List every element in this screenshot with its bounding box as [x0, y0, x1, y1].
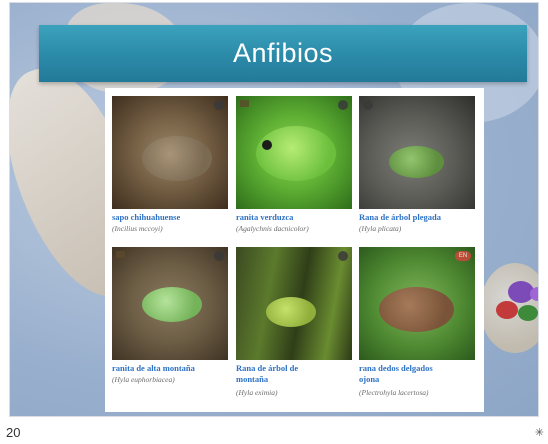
species-common-name: ranita de alta montaña	[112, 363, 195, 373]
species-card: sapo chihuahuense (Incilius mccoyi)	[112, 96, 228, 246]
frog-photo	[236, 96, 352, 209]
slide-canvas[interactable]: Anfibios sapo chihuahuense (Incilius mcc…	[9, 2, 539, 417]
status-badge	[363, 100, 373, 110]
species-scientific-name: (Hyla plicata)	[359, 224, 402, 233]
species-common-name: sapo chihuahuense	[112, 212, 181, 222]
presentation-window: Anfibios sapo chihuahuense (Incilius mcc…	[0, 0, 548, 444]
species-scientific-name: (Hyla euphorbiacea)	[112, 375, 175, 384]
endangered-badge: EN	[455, 251, 471, 261]
species-common-name: ranita verduzca	[236, 212, 294, 222]
status-badge	[214, 100, 224, 110]
status-bar: 20 ✳	[0, 418, 548, 444]
species-card: ranita de alta montaña (Hyla euphorbiace…	[112, 247, 228, 397]
species-card: ranita verduzca (Agalychnis dacnicolor)	[236, 96, 352, 246]
background-flower-image	[490, 271, 538, 341]
image-flag-icon	[240, 100, 249, 107]
frog-photo: EN	[359, 247, 475, 360]
slide-title: Anfibios	[232, 38, 334, 68]
species-common-name: rana dedos delgados ojona	[359, 363, 433, 384]
image-flag-icon	[116, 251, 125, 258]
asterisk-icon[interactable]: ✳	[535, 426, 544, 439]
frog-photo	[236, 247, 352, 360]
species-scientific-name: (Plectrohyla lacertosa)	[359, 388, 429, 397]
species-scientific-name: (Agalychnis dacnicolor)	[236, 224, 309, 233]
species-scientific-name: (Hyla eximia)	[236, 388, 278, 397]
species-common-name: Rana de árbol plegada	[359, 212, 441, 222]
status-badge	[338, 100, 348, 110]
slide-number: 20	[6, 425, 21, 440]
slide-title-bar[interactable]: Anfibios	[39, 25, 527, 82]
toad-photo	[112, 96, 228, 209]
frog-photo	[112, 247, 228, 360]
status-badge	[338, 251, 348, 261]
species-common-name: Rana de árbol de montaña	[236, 363, 299, 384]
species-card: Rana de árbol plegada (Hyla plicata)	[359, 96, 475, 246]
species-card: Rana de árbol de montaña (Hyla eximia)	[236, 247, 352, 407]
species-image-panel[interactable]: sapo chihuahuense (Incilius mccoyi) rani…	[105, 88, 484, 412]
species-card: EN rana dedos delgados ojona (Plectrohyl…	[359, 247, 475, 407]
species-scientific-name: (Incilius mccoyi)	[112, 224, 163, 233]
status-badge	[214, 251, 224, 261]
frog-photo	[359, 96, 475, 209]
